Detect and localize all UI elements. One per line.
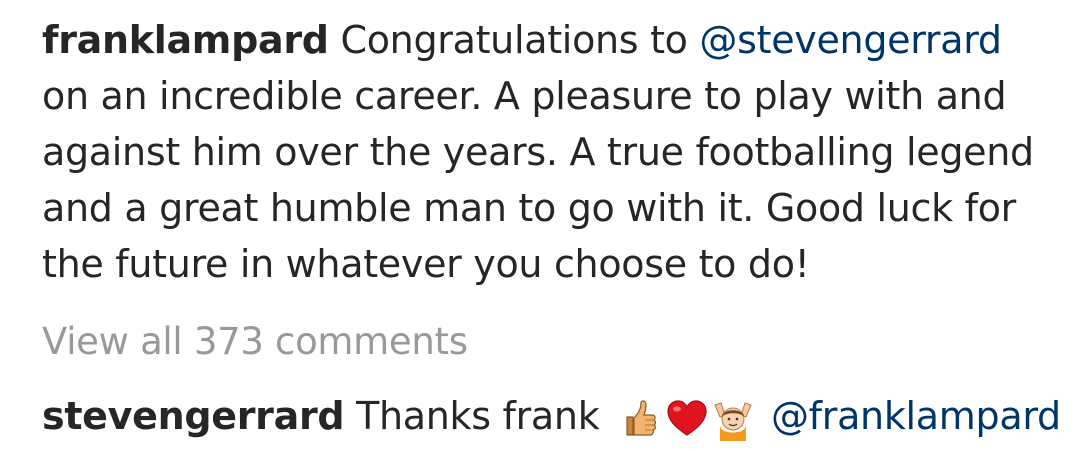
post-caption: franklampard Congratulations to @steveng… <box>42 12 1052 292</box>
thumbs-up-icon <box>626 399 657 436</box>
caption-mention-link[interactable]: @stevengerrard <box>699 18 1002 62</box>
comment-text: Thanks frank <box>356 394 600 438</box>
comment-emojis <box>619 397 755 441</box>
post-author-username[interactable]: franklampard <box>42 18 329 62</box>
comment-row: stevengerrard Thanks frank @franklampard <box>42 388 1061 444</box>
caption-text-body: on an incredible career. A pleasure to p… <box>42 74 1034 286</box>
view-all-comments-link[interactable]: View all 373 comments <box>42 314 1052 370</box>
comment-mention-link[interactable]: @franklampard <box>771 394 1061 438</box>
person-raising-hands-icon <box>714 401 752 441</box>
red-heart-icon <box>667 399 707 436</box>
post-caption-block: franklampard Congratulations to @steveng… <box>42 12 1061 444</box>
comment-author-username[interactable]: stevengerrard <box>42 394 345 438</box>
caption-text-intro: Congratulations to <box>340 18 688 62</box>
